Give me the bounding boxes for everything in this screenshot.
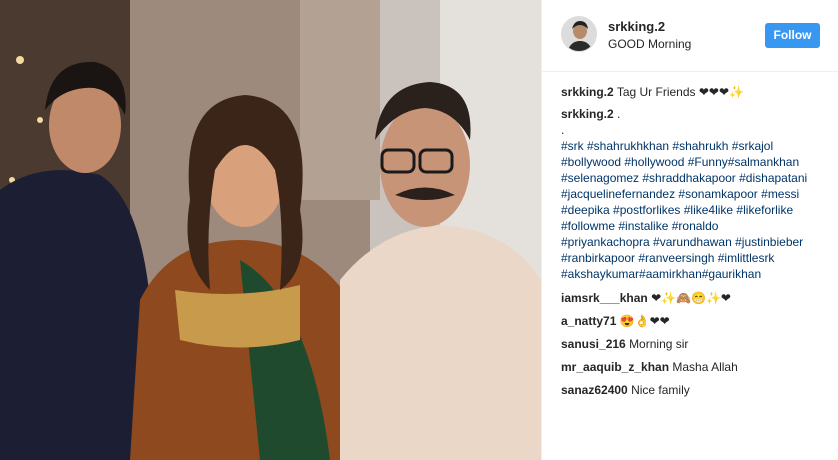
photo-illustration: [0, 0, 541, 460]
hashtag-line[interactable]: #srk #shahrukhkhan #shahrukh #srkajol: [561, 138, 831, 154]
comment-username[interactable]: a_natty71: [561, 314, 616, 328]
caption-username[interactable]: srkking.2: [561, 85, 614, 99]
post-location[interactable]: GOOD Morning: [608, 37, 691, 51]
hashtag-line[interactable]: #bollywood #hollywood #Funny#salmankhan: [561, 154, 831, 170]
comment-list: srkking.2 Tag Ur Friends ❤❤❤✨ srkking.2 …: [561, 84, 831, 405]
comment-text: Masha Allah: [672, 360, 738, 374]
hashtag-line[interactable]: #jacquelinefernandez #sonamkapoor #messi: [561, 186, 831, 202]
comment-item: a_natty71 😍👌❤❤: [561, 313, 831, 329]
comment-text: Morning sir: [629, 337, 689, 351]
comment-text: Nice family: [631, 383, 690, 397]
author-comment-username[interactable]: srkking.2: [561, 107, 614, 121]
author-comment: srkking.2 . . #srk #shahrukhkhan #shahru…: [561, 106, 831, 282]
comment-item: sanusi_216 Morning sir: [561, 336, 831, 352]
comment-item: iamsrk___khan ❤✨🙈😁✨❤: [561, 290, 831, 306]
post-photo[interactable]: [0, 0, 541, 460]
dot-line: .: [561, 123, 565, 137]
comment-item: mr_aaquib_z_khan Masha Allah: [561, 359, 831, 375]
comment-username[interactable]: mr_aaquib_z_khan: [561, 360, 669, 374]
author-comment-text: .: [617, 107, 621, 121]
hashtag-line[interactable]: #deepika #postforlikes #like4like #likef…: [561, 202, 831, 218]
hashtag-line[interactable]: #followme #instalike #ronaldo: [561, 218, 831, 234]
comment-username[interactable]: iamsrk___khan: [561, 291, 648, 305]
hashtag-block: . #srk #shahrukhkhan #shahrukh #srkajol …: [561, 122, 831, 282]
instagram-post-view: srkking.2 GOOD Morning Follow srkking.2 …: [0, 0, 838, 460]
comment-text: ❤✨🙈😁✨❤: [651, 291, 731, 305]
follow-button[interactable]: Follow: [765, 23, 820, 48]
post-author-username[interactable]: srkking.2: [608, 19, 665, 34]
caption: srkking.2 Tag Ur Friends ❤❤❤✨: [561, 84, 831, 100]
caption-text: Tag Ur Friends ❤❤❤✨: [616, 85, 744, 99]
post-header: srkking.2 GOOD Morning Follow: [542, 0, 838, 72]
comment-username[interactable]: sanusi_216: [561, 337, 626, 351]
avatar-image: [562, 17, 596, 51]
hashtag-line[interactable]: #akshaykumar#aamirkhan#gaurikhan: [561, 266, 831, 282]
avatar[interactable]: [561, 16, 597, 52]
hashtag-line[interactable]: #ranbirkapoor #ranveersingh #imlittlesrk: [561, 250, 831, 266]
post-side-panel: srkking.2 GOOD Morning Follow srkking.2 …: [541, 0, 838, 460]
hashtag-line[interactable]: #selenagomez #shraddhakapoor #dishapatan…: [561, 170, 831, 186]
comment-text: 😍👌❤❤: [619, 314, 670, 328]
comment-item: sanaz62400 Nice family: [561, 382, 831, 398]
hashtag-line[interactable]: #priyankachopra #varundhawan #justinbieb…: [561, 234, 831, 250]
comment-username[interactable]: sanaz62400: [561, 383, 628, 397]
